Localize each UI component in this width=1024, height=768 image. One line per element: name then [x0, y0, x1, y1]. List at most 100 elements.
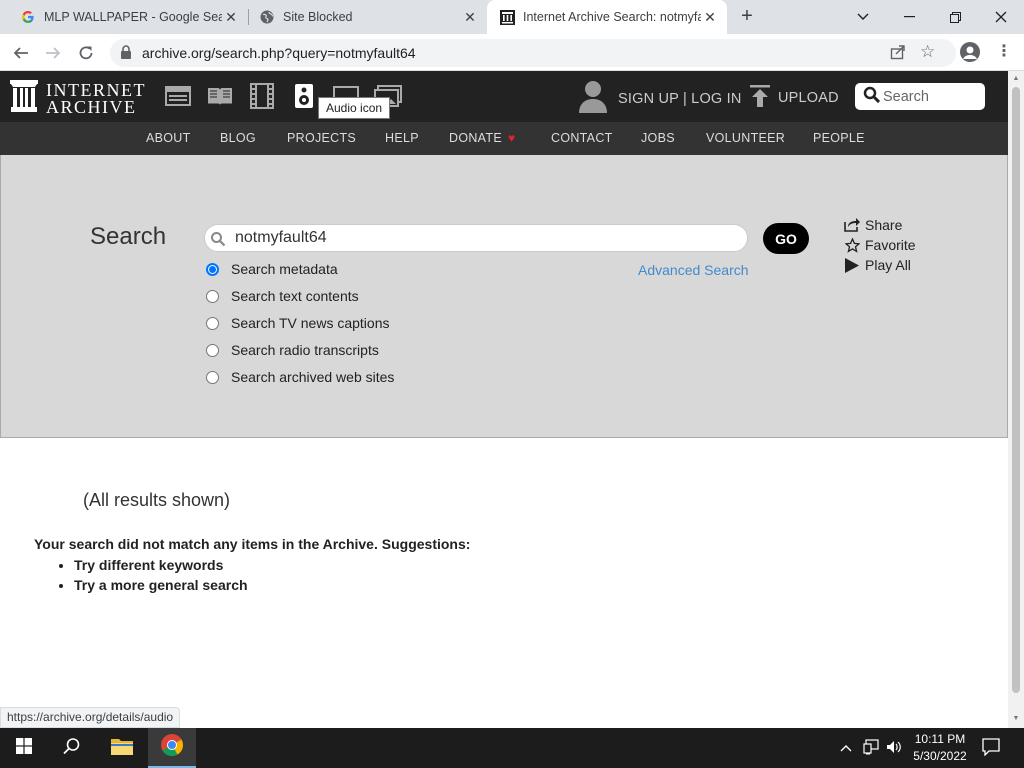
header-search-input[interactable]: Search — [855, 83, 985, 110]
browser-menu-icon[interactable]: ⋮ — [996, 42, 1012, 62]
status-bar-url: https://archive.org/details/audio — [0, 707, 181, 728]
share-page-icon[interactable] — [890, 44, 906, 65]
restore-icon[interactable] — [932, 0, 978, 34]
browser-toolbar: archive.org/search.php?query=notmyfault6… — [0, 34, 1024, 71]
globe-icon — [259, 9, 275, 25]
show-hidden-icons[interactable] — [840, 740, 852, 755]
heart-icon: ♥ — [507, 131, 516, 145]
back-button[interactable] — [8, 40, 34, 66]
donate-label: DONATE — [449, 131, 502, 145]
texts-icon[interactable] — [206, 83, 234, 109]
option-search-radio[interactable]: Search radio transcripts — [206, 342, 379, 358]
bookmark-star-icon[interactable]: ☆ — [920, 42, 935, 62]
share-label: Share — [865, 217, 903, 233]
nav-contact[interactable]: CONTACT — [551, 131, 613, 145]
tab-site-blocked[interactable]: Site Blocked ✕ — [239, 0, 487, 34]
ia-top-bar: INTERNET ARCHIVE SIGN UP | LOG IN UPLOAD — [0, 71, 1008, 122]
nav-about[interactable]: ABOUT — [146, 131, 191, 145]
archive-logo-icon — [10, 80, 38, 117]
windows-logo-icon — [16, 737, 32, 759]
close-tab-icon[interactable]: ✕ — [461, 8, 479, 26]
close-tab-icon[interactable]: ✕ — [701, 8, 719, 26]
scroll-down-icon[interactable]: ▼ — [1012, 715, 1020, 723]
windows-taskbar: 10:11 PM 5/30/2022 — [0, 728, 1024, 768]
minimize-icon[interactable] — [886, 0, 932, 34]
nav-people[interactable]: PEOPLE — [813, 131, 865, 145]
page-scrollbar[interactable]: ▲ ▼ — [1008, 71, 1024, 728]
no-results-message: Your search did not match any items in t… — [34, 536, 470, 595]
profile-avatar-icon[interactable] — [960, 42, 980, 62]
taskbar-search-button[interactable] — [48, 728, 96, 768]
favorite-label: Favorite — [865, 237, 916, 253]
search-panel: Search notmyfault64 GO Advanced Search S… — [0, 155, 1008, 438]
nav-donate[interactable]: DONATE ♥ — [449, 131, 515, 145]
forward-button[interactable] — [40, 40, 66, 66]
search-icon — [863, 86, 881, 108]
tab-internet-archive[interactable]: Internet Archive Search: notmyfault64 ✕ — [487, 0, 727, 34]
user-avatar-icon — [578, 79, 608, 118]
reload-button[interactable] — [73, 40, 99, 66]
web-icon[interactable] — [164, 83, 192, 109]
nav-blog[interactable]: BLOG — [220, 131, 256, 145]
radio-button[interactable] — [206, 262, 219, 276]
option-search-text[interactable]: Search text contents — [206, 288, 359, 304]
address-bar[interactable]: archive.org/search.php?query=notmyfault6… — [110, 39, 956, 67]
radio-button[interactable] — [206, 289, 219, 303]
logo-line-2: ARCHIVE — [46, 96, 137, 117]
account-area[interactable]: SIGN UP | LOG IN — [578, 79, 742, 118]
option-search-tv[interactable]: Search TV news captions — [206, 315, 390, 331]
network-icon[interactable] — [863, 739, 879, 758]
url-text[interactable]: archive.org/search.php?query=notmyfault6… — [142, 45, 416, 61]
tab-search-icon[interactable] — [840, 0, 886, 34]
advanced-search-link[interactable]: Advanced Search — [638, 262, 749, 278]
option-label: Search metadata — [231, 261, 338, 277]
upload-label: UPLOAD — [778, 90, 839, 106]
nav-projects[interactable]: PROJECTS — [287, 131, 356, 145]
close-window-icon[interactable] — [978, 0, 1024, 34]
close-tab-icon[interactable]: ✕ — [222, 8, 240, 26]
chrome-taskbar-button[interactable] — [148, 728, 196, 768]
results-count-text: (All results shown) — [83, 490, 231, 510]
signup-login-link[interactable]: SIGN UP | LOG IN — [618, 91, 742, 107]
tab-title: Site Blocked — [283, 10, 353, 24]
list-item: Try a more general search — [74, 575, 470, 595]
upload-link[interactable]: UPLOAD — [750, 85, 839, 111]
tab-google-search[interactable]: MLP WALLPAPER - Google Search ✕ — [0, 0, 248, 34]
audio-icon[interactable] — [290, 83, 318, 109]
share-link[interactable]: Share — [843, 217, 902, 233]
scrollbar-thumb[interactable] — [1012, 87, 1020, 693]
notifications-icon[interactable] — [982, 738, 1000, 759]
ia-logo[interactable]: INTERNET ARCHIVE — [10, 80, 146, 117]
go-button[interactable]: GO — [763, 223, 809, 254]
search-query-value: notmyfault64 — [235, 229, 327, 246]
play-all-label: Play All — [865, 257, 911, 273]
volume-icon[interactable] — [886, 739, 902, 758]
nav-volunteer[interactable]: VOLUNTEER — [706, 131, 785, 145]
favorite-link[interactable]: Favorite — [843, 237, 916, 253]
play-all-link[interactable]: Play All — [843, 257, 911, 273]
radio-button[interactable] — [206, 343, 219, 357]
upload-icon — [750, 85, 770, 111]
radio-button[interactable] — [206, 316, 219, 330]
search-placeholder: Search — [883, 88, 929, 105]
taskbar-clock[interactable]: 10:11 PM 5/30/2022 — [906, 731, 974, 765]
video-icon[interactable] — [248, 83, 276, 109]
file-explorer-button[interactable] — [98, 728, 146, 768]
star-icon — [843, 237, 861, 253]
new-tab-button[interactable]: + — [736, 6, 758, 28]
option-search-web[interactable]: Search archived web sites — [206, 369, 394, 385]
ia-nav-bar: ABOUT BLOG PROJECTS HELP DONATE ♥ CONTACT… — [0, 122, 1008, 155]
scroll-up-icon[interactable]: ▲ — [1012, 75, 1020, 83]
tab-title: Internet Archive Search: notmyfault64 — [523, 10, 701, 24]
nav-jobs[interactable]: JOBS — [641, 131, 675, 145]
nav-help[interactable]: HELP — [385, 131, 419, 145]
suggestion-list: Try different keywords Try a more genera… — [74, 555, 470, 595]
radio-button[interactable] — [206, 370, 219, 384]
no-match-text: Your search did not match any items in t… — [34, 536, 471, 552]
search-query-input[interactable]: notmyfault64 — [204, 224, 748, 252]
start-button[interactable] — [0, 728, 48, 768]
lock-icon[interactable] — [120, 45, 132, 64]
chrome-icon — [160, 733, 184, 762]
search-heading: Search — [90, 223, 167, 250]
option-search-metadata[interactable]: Search metadata — [206, 261, 338, 277]
